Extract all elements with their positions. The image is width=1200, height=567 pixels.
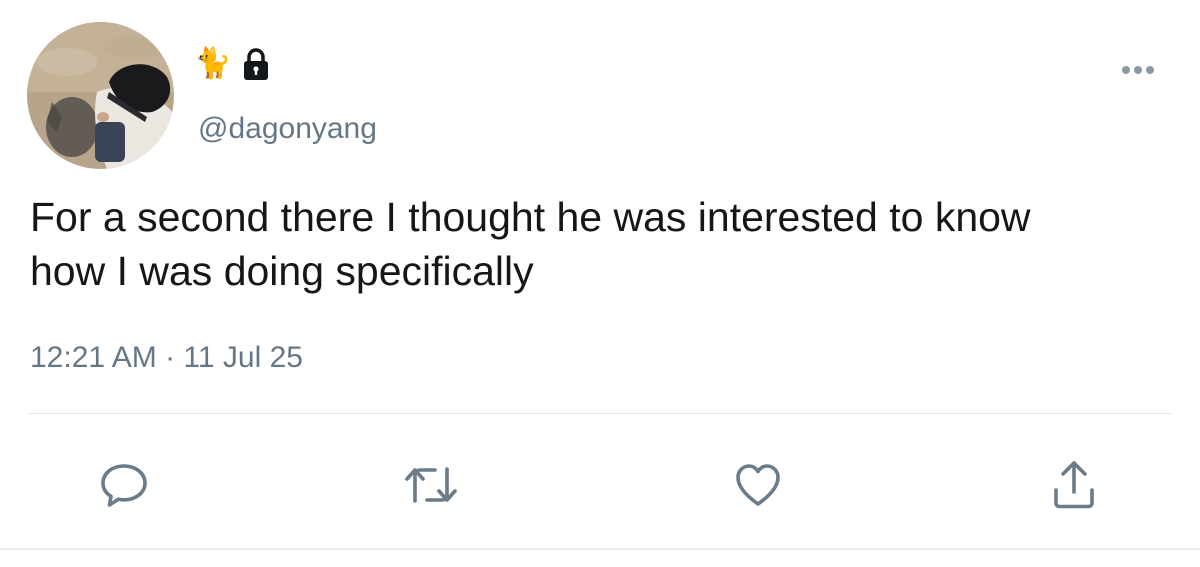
bottom-divider bbox=[0, 548, 1200, 550]
tweet-text: For a second there I thought he was inte… bbox=[30, 194, 1031, 294]
retweet-button[interactable] bbox=[401, 455, 461, 515]
tweet-timestamp[interactable]: 12:21 AM · 11 Jul 25 bbox=[30, 338, 303, 378]
share-icon bbox=[1054, 461, 1094, 509]
divider bbox=[28, 413, 1172, 414]
display-name-row: 🐈 bbox=[194, 44, 271, 84]
retweet-icon bbox=[405, 467, 457, 503]
like-button[interactable] bbox=[728, 455, 788, 515]
user-handle[interactable]: @dagonyang bbox=[198, 110, 377, 148]
cat-emoji: 🐈 bbox=[194, 46, 232, 81]
lock-icon bbox=[241, 47, 271, 81]
more-options-icon[interactable] bbox=[1112, 56, 1164, 84]
avatar-image bbox=[27, 22, 174, 169]
reply-button[interactable] bbox=[94, 455, 154, 515]
reply-icon bbox=[101, 464, 147, 507]
heart-icon bbox=[736, 464, 780, 506]
avatar[interactable] bbox=[27, 22, 174, 169]
share-button[interactable] bbox=[1044, 455, 1104, 515]
